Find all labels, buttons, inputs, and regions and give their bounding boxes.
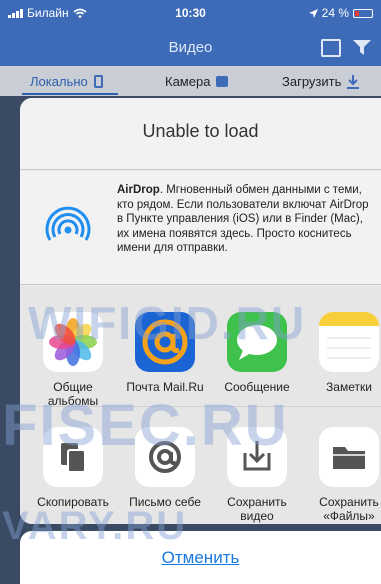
tab-local-label: Локально bbox=[30, 74, 88, 89]
edit-icon[interactable] bbox=[321, 39, 341, 57]
airdrop-description: AirDrop. Мгновенный обмен данными с теми… bbox=[117, 183, 377, 256]
tab-upload[interactable]: Загрузить bbox=[282, 74, 360, 89]
action-mail-self[interactable]: Письмо себе bbox=[120, 427, 210, 509]
segmented-tabs: Локально Камера Загрузить bbox=[0, 66, 381, 96]
folder-icon bbox=[319, 427, 379, 487]
phone-icon bbox=[93, 75, 103, 88]
share-sheet: Unable to load AirDrop. Мгновенный обмен… bbox=[20, 98, 381, 524]
status-right: 24 % bbox=[308, 6, 373, 20]
filter-icon[interactable] bbox=[353, 40, 371, 56]
tab-camera-label: Камера bbox=[165, 74, 211, 89]
airdrop-icon bbox=[45, 206, 91, 241]
share-app-mailru[interactable]: Почта Mail.Ru bbox=[120, 312, 210, 394]
battery-icon bbox=[353, 8, 373, 18]
share-app-notes[interactable]: Заметки bbox=[304, 312, 381, 394]
copy-icon bbox=[43, 427, 103, 487]
photos-icon bbox=[43, 312, 103, 372]
battery-percent: 24 % bbox=[321, 6, 349, 20]
airdrop-section[interactable]: AirDrop. Мгновенный обмен данными с теми… bbox=[20, 171, 381, 285]
share-sheet-header: Unable to load bbox=[20, 98, 381, 170]
action-save-video[interactable]: Сохранить видео bbox=[212, 427, 302, 523]
share-app-label: Заметки bbox=[326, 380, 372, 394]
share-app-label: Сообщение bbox=[224, 380, 290, 394]
tab-upload-label: Загрузить bbox=[282, 74, 342, 89]
action-copy[interactable]: Скопировать bbox=[28, 427, 118, 509]
mailru-icon bbox=[135, 312, 195, 372]
share-apps-row: Общие альбомы Почта Mail.Ru Сообщение За… bbox=[20, 286, 381, 408]
tab-selected-indicator bbox=[22, 93, 118, 95]
tab-camera[interactable]: Камера bbox=[165, 74, 229, 89]
location-icon bbox=[308, 8, 318, 18]
status-bar: Билайн 10:30 24 % bbox=[0, 0, 381, 30]
share-actions-row: Скопировать Письмо себе Сохранить видео bbox=[20, 406, 381, 524]
cancel-button[interactable]: Отменить bbox=[20, 531, 381, 584]
save-video-icon bbox=[227, 427, 287, 487]
action-label: Сохранить «Файлы» bbox=[319, 495, 379, 523]
navigation-bar: Видео bbox=[0, 30, 381, 66]
share-app-messages[interactable]: Сообщение bbox=[212, 312, 302, 394]
action-label: Письмо себе bbox=[129, 495, 201, 509]
messages-icon bbox=[227, 312, 287, 372]
share-app-label: Общие альбомы bbox=[47, 380, 99, 408]
action-label: Сохранить видео bbox=[227, 495, 287, 523]
share-sheet-title: Unable to load bbox=[142, 121, 259, 141]
tab-local[interactable]: Локально bbox=[30, 74, 103, 89]
notes-icon bbox=[319, 312, 379, 372]
camera-icon bbox=[216, 76, 229, 87]
share-app-shared-albums[interactable]: Общие альбомы bbox=[28, 312, 118, 408]
action-save-files[interactable]: Сохранить «Файлы» bbox=[304, 427, 381, 523]
download-icon bbox=[347, 74, 360, 89]
at-icon bbox=[135, 427, 195, 487]
airdrop-title: AirDrop bbox=[117, 184, 160, 196]
share-app-label: Почта Mail.Ru bbox=[126, 380, 204, 394]
cancel-label: Отменить bbox=[161, 548, 240, 567]
action-label: Скопировать bbox=[37, 495, 109, 509]
